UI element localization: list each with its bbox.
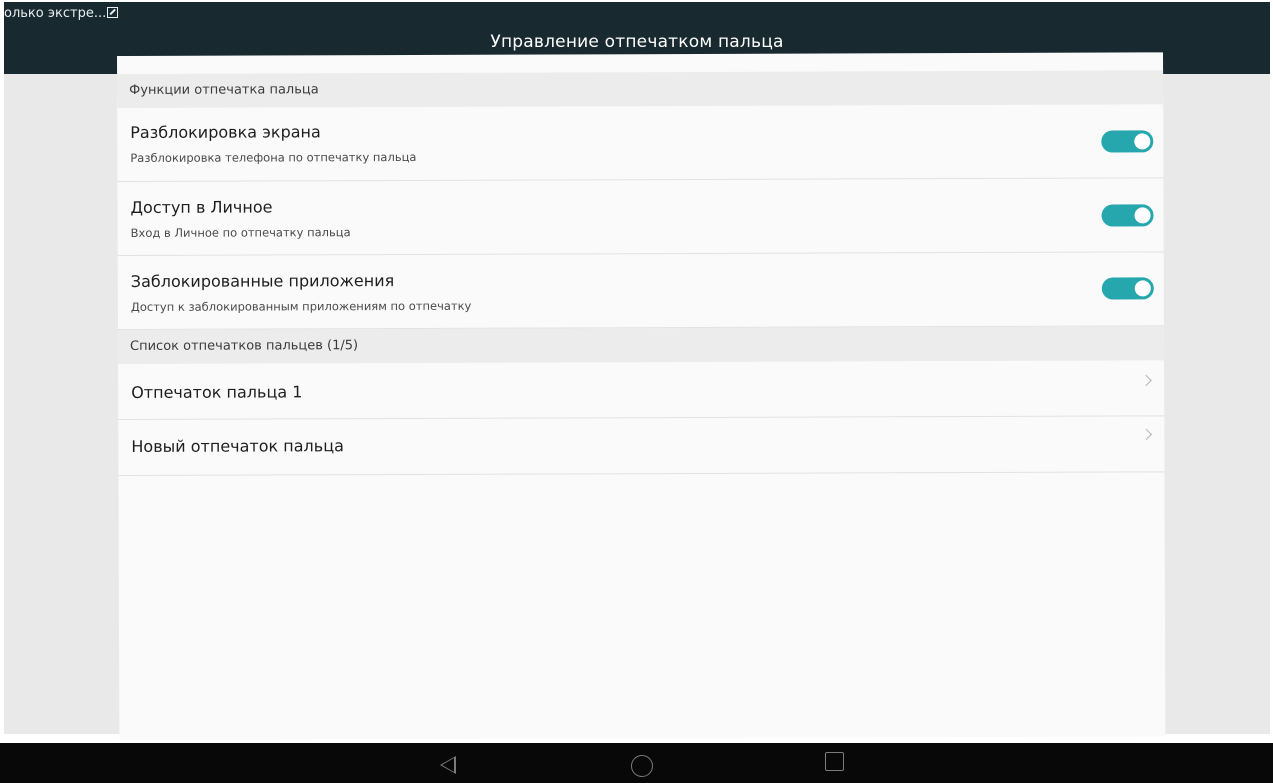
section-header-fingerprint-list: Список отпечатков пальцев (1/5) (117, 326, 1165, 364)
section-header-features: Функции отпечатка пальца (117, 70, 1164, 108)
page-title: Управление отпечатком пальца (490, 32, 784, 52)
setting-subtitle: Доступ к заблокированным приложениям по … (130, 298, 472, 314)
chevron-right-icon (1140, 428, 1152, 441)
back-triangle-icon[interactable] (440, 756, 456, 774)
fingerprint-item-1[interactable]: Отпечаток пальца 1 (118, 360, 1165, 420)
setting-title: Заблокированные приложения (130, 271, 395, 291)
setting-title: Доступ в Личное (130, 197, 273, 217)
toggle-knob (1134, 207, 1151, 224)
toggle-knob (1134, 280, 1151, 297)
setting-title: Разблокировка экрана (130, 122, 321, 142)
new-fingerprint-item[interactable]: Новый отпечаток пальца (118, 416, 1165, 476)
private-access-toggle[interactable] (1101, 204, 1154, 227)
locked-apps-toggle[interactable] (1101, 277, 1154, 300)
home-circle-icon[interactable] (631, 755, 653, 777)
screen-unlock-toggle[interactable] (1101, 130, 1154, 153)
fingerprint-title: Отпечаток пальца 1 (131, 382, 303, 402)
image-icon (107, 7, 118, 18)
settings-panel: Функции отпечатка пальца Разблокировка э… (117, 52, 1166, 740)
setting-row-private-access[interactable]: Доступ в Личное Вход в Личное по отпечат… (117, 178, 1164, 256)
status-notification-text: олько экстре... (4, 6, 107, 21)
setting-subtitle: Разблокировка телефона по отпечатку паль… (130, 149, 417, 165)
setting-row-locked-apps[interactable]: Заблокированные приложения Доступ к забл… (117, 252, 1164, 330)
toggle-knob (1134, 133, 1151, 150)
setting-row-screen-unlock[interactable]: Разблокировка экрана Разблокировка телеф… (117, 104, 1164, 182)
screen: олько экстре... Управление отпечатком па… (0, 0, 1273, 783)
setting-subtitle: Вход в Личное по отпечатку пальца (130, 225, 351, 240)
recent-apps-square-icon[interactable] (825, 752, 844, 771)
navigation-bar (0, 743, 1273, 783)
fingerprint-title: Новый отпечаток пальца (131, 436, 344, 456)
chevron-right-icon (1140, 374, 1152, 387)
